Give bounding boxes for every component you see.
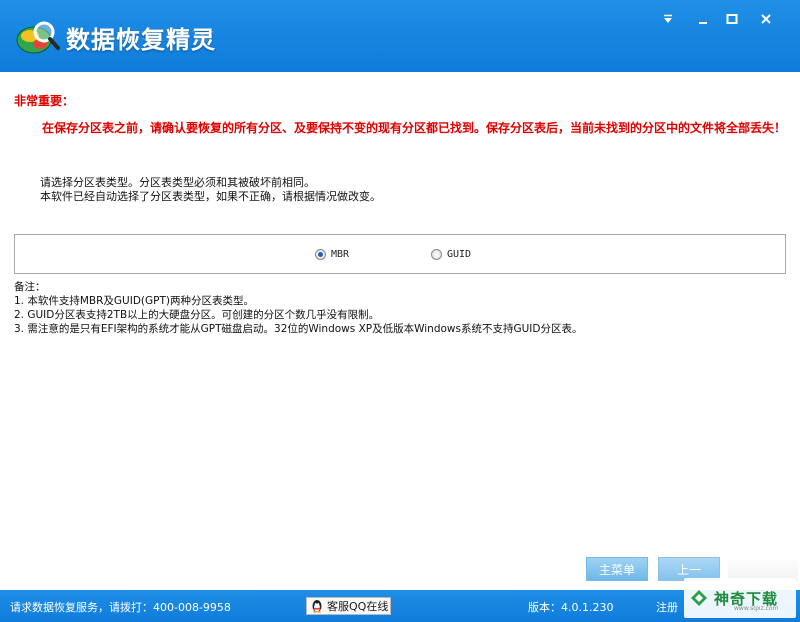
maximize-button[interactable] <box>719 8 745 30</box>
hint-line-1: 请选择分区表类型。分区表类型必须和其被破坏前相同。 <box>40 176 315 189</box>
minimize-icon <box>699 22 707 24</box>
app-logo-icon <box>14 18 60 58</box>
close-button[interactable] <box>753 8 779 30</box>
qq-support-label: 客服QQ在线 <box>327 600 389 613</box>
radio-checked-icon <box>315 249 326 260</box>
version-text: 版本：4.0.1.230 <box>528 601 614 614</box>
notes: 备注： 1. 本软件支持MBR及GUID(GPT)两种分区表类型。 2. GUI… <box>14 280 582 336</box>
triangle-down-icon <box>664 14 672 23</box>
app-title-reflection: 数据恢复精灵 <box>66 29 216 43</box>
main-menu-button[interactable]: 主菜单 <box>586 557 648 581</box>
service-hotline: 请求数据恢复服务，请拨打：400-008-9958 <box>10 601 231 614</box>
radio-guid-label: GUID <box>447 249 472 260</box>
radio-mbr-label: MBR <box>331 249 350 260</box>
radio-mbr[interactable]: MBR <box>315 249 349 260</box>
note-item: 3. 需注意的是只有EFI架构的系统才能从GPT磁盘启动。32位的Windows… <box>14 323 583 335</box>
status-bar: 请求数据恢复服务，请拨打：400-008-9958 客服QQ在线 版本：4.0.… <box>0 590 800 622</box>
maximize-icon <box>726 14 738 24</box>
partition-type-group: MBR GUID <box>14 234 786 274</box>
radio-unchecked-icon <box>431 249 442 260</box>
note-item: 1. 本软件支持MBR及GUID(GPT)两种分区表类型。 <box>14 295 254 307</box>
qq-penguin-icon <box>312 600 322 613</box>
notes-header: 备注： <box>14 281 46 293</box>
radio-guid[interactable]: GUID <box>431 249 471 260</box>
note-item: 2. GUID分区表支持2TB以上的大硬盘分区。可创建的分区个数几乎没有限制。 <box>14 309 380 321</box>
qq-support-button[interactable]: 客服QQ在线 <box>306 597 391 615</box>
watermark-url: www.sqxz.com <box>734 605 779 612</box>
watermark: 神奇下载 www.sqxz.com <box>684 578 796 618</box>
hint-line-2: 本软件已经自动选择了分区表类型，如果不正确，请根据情况做改变。 <box>40 190 381 203</box>
warning-title: 非常重要： <box>14 94 75 108</box>
close-icon <box>761 14 771 24</box>
warning-text: 在保存分区表之前，请确认要恢复的所有分区、及要保持不变的现有分区都已找到。保存分… <box>42 121 787 135</box>
title-bar: 数据恢复精灵 数据恢复精灵 <box>0 0 800 72</box>
partition-type-hint: 请选择分区表类型。分区表类型必须和其被破坏前相同。 本软件已经自动选择了分区表类… <box>40 176 381 204</box>
minimize-button[interactable] <box>690 8 716 30</box>
menu-dropdown-button[interactable] <box>655 8 681 30</box>
register-link[interactable]: 注册 <box>656 599 678 615</box>
watermark-logo-icon <box>691 590 707 606</box>
